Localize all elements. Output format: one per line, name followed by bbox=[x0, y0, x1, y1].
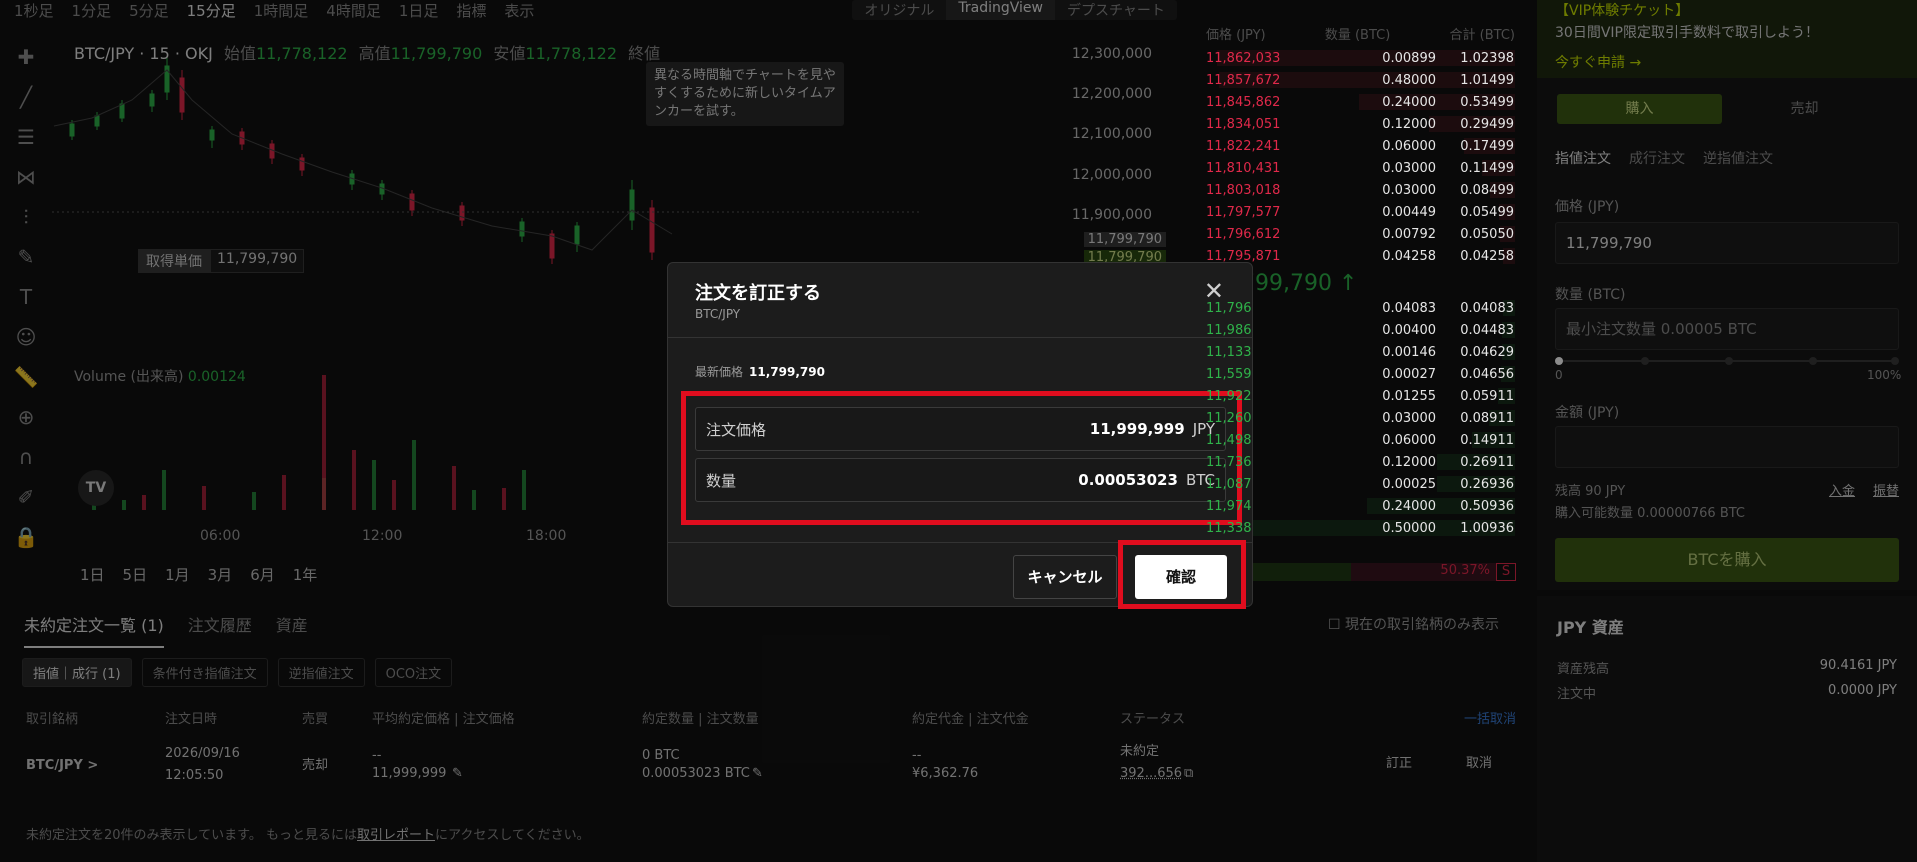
ask-total: 0.17499 bbox=[1460, 138, 1514, 154]
ask-total: 0.05499 bbox=[1460, 204, 1514, 220]
ask-total: 0.53499 bbox=[1460, 94, 1514, 110]
bid-total: 0.04083 bbox=[1460, 300, 1514, 316]
ask-price: 11,862,033 bbox=[1206, 50, 1281, 66]
ask-qty: 0.00449 bbox=[1382, 204, 1436, 220]
ask-qty: 0.04258 bbox=[1382, 248, 1436, 264]
ask-qty: 0.24000 bbox=[1382, 94, 1436, 110]
bid-list: 11,796 0.04083 0.04083 11,986 0.00400 0.04483… bbox=[1198, 297, 1523, 539]
ask-qty: 0.06000 bbox=[1382, 138, 1436, 154]
cancel-button[interactable]: キャンセル bbox=[1013, 555, 1117, 599]
bid-price: 11,974 bbox=[1206, 498, 1252, 514]
bid-total: 1.00936 bbox=[1460, 520, 1514, 536]
bid-qty: 0.00400 bbox=[1382, 322, 1436, 338]
dialog-title: 注文を訂正する bbox=[695, 283, 821, 304]
bid-price: 11,986 bbox=[1206, 322, 1252, 338]
bid-price: 11,796 bbox=[1206, 300, 1252, 316]
bid-qty: 0.01255 bbox=[1382, 388, 1436, 404]
ask-price: 11,857,672 bbox=[1206, 72, 1281, 88]
bid-qty: 0.00027 bbox=[1382, 366, 1436, 382]
divider bbox=[668, 337, 1252, 338]
bid-qty: 0.24000 bbox=[1382, 498, 1436, 514]
bid-price: 11,260 bbox=[1206, 410, 1252, 426]
bid-price: 11,087 bbox=[1206, 476, 1252, 492]
latest-price: 最新価格 11,799,790 bbox=[695, 363, 825, 380]
ask-qty: 0.48000 bbox=[1382, 72, 1436, 88]
bid-price: 11,736 bbox=[1206, 454, 1252, 470]
bid-price: 11,133 bbox=[1206, 344, 1252, 360]
bid-total: 0.08911 bbox=[1460, 410, 1514, 426]
bid-price: 11,922 bbox=[1206, 388, 1252, 404]
ask-qty: 0.12000 bbox=[1382, 116, 1436, 132]
ask-price: 11,822,241 bbox=[1206, 138, 1281, 154]
ask-price: 11,795,871 bbox=[1206, 248, 1281, 264]
ask-qty: 0.00899 bbox=[1382, 50, 1436, 66]
bid-total: 0.26936 bbox=[1460, 476, 1514, 492]
ask-price: 11,803,018 bbox=[1206, 182, 1281, 198]
ask-total: 1.02398 bbox=[1460, 50, 1514, 66]
bid-total: 0.50936 bbox=[1460, 498, 1514, 514]
ask-total: 0.29499 bbox=[1460, 116, 1514, 132]
ask-price: 11,796,612 bbox=[1206, 226, 1281, 242]
ask-qty: 0.03000 bbox=[1382, 160, 1436, 176]
bid-qty: 0.50000 bbox=[1382, 520, 1436, 536]
bid-total: 0.14911 bbox=[1460, 432, 1514, 448]
highlight-box-confirm bbox=[1118, 540, 1246, 609]
bid-qty: 0.03000 bbox=[1382, 410, 1436, 426]
bid-total: 0.04483 bbox=[1460, 322, 1514, 338]
ask-price: 11,797,577 bbox=[1206, 204, 1281, 220]
bid-total: 0.26911 bbox=[1460, 454, 1514, 470]
ask-total: 1.01499 bbox=[1460, 72, 1514, 88]
highlight-box-fields bbox=[681, 391, 1242, 525]
bid-qty: 0.04083 bbox=[1382, 300, 1436, 316]
bid-qty: 0.06000 bbox=[1382, 432, 1436, 448]
order-book: 価格 (JPY) 数量 (BTC) 合計 (BTC) 11,862,033 0.0… bbox=[1198, 20, 1523, 590]
bid-price: 11,559 bbox=[1206, 366, 1252, 382]
bid-price: 11,338 bbox=[1206, 520, 1252, 536]
ask-price: 11,834,051 bbox=[1206, 116, 1281, 132]
bid-qty: 0.12000 bbox=[1382, 454, 1436, 470]
bid-price: 11,498 bbox=[1206, 432, 1252, 448]
bid-total: 0.05911 bbox=[1460, 388, 1514, 404]
ask-price: 11,845,862 bbox=[1206, 94, 1281, 110]
bid-qty: 0.00025 bbox=[1382, 476, 1436, 492]
ask-total: 0.04258 bbox=[1460, 248, 1514, 264]
ask-qty: 0.03000 bbox=[1382, 182, 1436, 198]
latest-price-value: 11,799,790 bbox=[749, 365, 825, 379]
amend-order-dialog: 注文を訂正する BTC/JPY ✕ 最新価格 11,799,790 注文価格 11… bbox=[667, 262, 1253, 609]
ask-price: 11,810,431 bbox=[1206, 160, 1281, 176]
ask-total: 0.05050 bbox=[1460, 226, 1514, 242]
ask-total: 0.08499 bbox=[1460, 182, 1514, 198]
latest-price-label: 最新価格 bbox=[695, 365, 744, 379]
ask-qty: 0.00792 bbox=[1382, 226, 1436, 242]
bid-total: 0.04629 bbox=[1460, 344, 1514, 360]
dialog-subtitle: BTC/JPY bbox=[695, 307, 741, 321]
bid-qty: 0.00146 bbox=[1382, 344, 1436, 360]
bid-total: 0.04656 bbox=[1460, 366, 1514, 382]
ask-total: 0.11499 bbox=[1460, 160, 1514, 176]
